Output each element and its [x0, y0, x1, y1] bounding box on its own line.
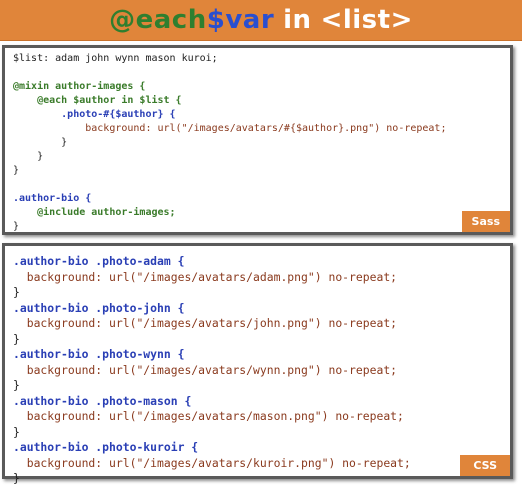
- code-line: @include author-images;: [13, 207, 176, 218]
- title-in: in: [283, 5, 312, 35]
- sass-code-panel: $list: adam john wynn mason kuroi; @mixi…: [2, 45, 513, 235]
- css-selector: .author-bio .photo-wynn {: [13, 347, 185, 361]
- css-declaration: background: url("/images/avatars/wynn.pn…: [13, 362, 398, 377]
- css-declaration: background: url("/images/avatars/john.pn…: [13, 316, 398, 330]
- css-selector: .author-bio .photo-adam {: [13, 254, 185, 268]
- css-badge: CSS: [460, 455, 510, 476]
- code-line: }: [13, 165, 20, 176]
- code-line: .author-bio {: [13, 193, 92, 204]
- sass-badge: Sass: [461, 211, 510, 232]
- css-selector: .author-bio .photo-john {: [13, 300, 185, 315]
- code-line: }: [13, 221, 20, 232]
- css-close-brace: }: [13, 331, 20, 346]
- css-close-brace: }: [13, 378, 20, 392]
- title-variable: $var: [206, 5, 275, 35]
- title-keyword: @each: [109, 5, 207, 35]
- css-selector: .author-bio .photo-kuroir {: [13, 440, 199, 454]
- code-line: }: [13, 137, 68, 148]
- code-line: @mixin author-images {: [13, 81, 146, 92]
- title-bar: @each $var in <list>: [0, 0, 522, 41]
- code-line: @each $author in $list {: [13, 95, 182, 106]
- code-line: background: url("/images/avatars/#{$auth…: [13, 123, 447, 134]
- css-close-brace: }: [13, 471, 20, 485]
- code-line: }: [13, 151, 44, 162]
- css-close-brace: }: [13, 424, 20, 439]
- code-line: $list: adam john wynn mason kuroi;: [13, 53, 218, 64]
- css-declaration: background: url("/images/avatars/kuroir.…: [13, 455, 411, 470]
- css-declaration: background: url("/images/avatars/adam.pn…: [13, 269, 398, 284]
- css-code: .author-bio .photo-adam { background: ur…: [5, 246, 510, 493]
- css-selector: .author-bio .photo-mason {: [13, 393, 192, 408]
- css-close-brace: }: [13, 285, 20, 299]
- code-line: .photo-#{$author} {: [13, 109, 176, 120]
- css-declaration: background: url("/images/avatars/mason.p…: [13, 409, 404, 423]
- sass-code: $list: adam john wynn mason kuroi; @mixi…: [5, 48, 510, 240]
- title-list: <list>: [320, 5, 413, 35]
- css-code-panel: .author-bio .photo-adam { background: ur…: [2, 243, 513, 485]
